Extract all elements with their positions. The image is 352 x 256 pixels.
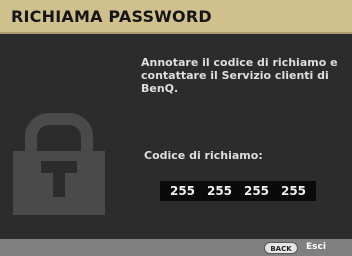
recall-code-display: 255 255 255 255	[160, 181, 316, 201]
message-line: Annotare il codice di richiamo e	[141, 56, 338, 69]
back-button[interactable]: BACK	[264, 242, 298, 254]
padlock-icon	[13, 113, 105, 215]
back-action-label: Esci	[306, 242, 326, 252]
message-line: BenQ.	[141, 82, 179, 95]
padlock-shackle-icon	[25, 113, 93, 153]
title-bar: RICHIAMA PASSWORD	[0, 0, 352, 34]
footer-bar	[0, 239, 352, 256]
recall-password-dialog: RICHIAMA PASSWORD Annotare il codice di …	[0, 0, 352, 256]
recall-code-segment: 255	[206, 184, 233, 198]
recall-code-label: Codice di richiamo:	[144, 149, 263, 162]
dialog-title: RICHIAMA PASSWORD	[11, 7, 212, 26]
recall-code-segment: 255	[169, 184, 196, 198]
instruction-message: Annotare il codice di richiamo e contatt…	[141, 56, 341, 95]
recall-code-segment: 255	[243, 184, 270, 198]
recall-code-segment: 255	[280, 184, 307, 198]
message-line: contattare il Servizio clienti di	[141, 69, 329, 82]
